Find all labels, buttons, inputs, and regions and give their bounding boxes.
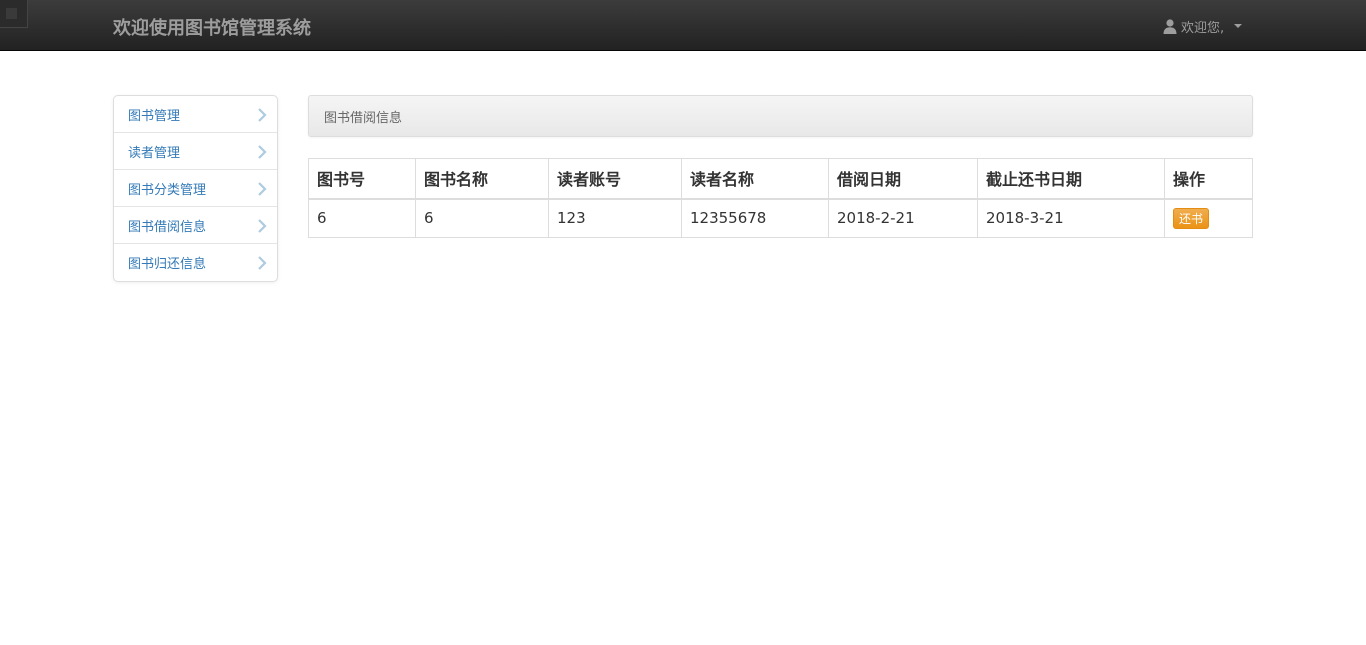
sidebar-item-label: 图书归还信息	[128, 257, 207, 272]
sidebar-item-label: 图书借阅信息	[128, 219, 207, 235]
caret-down-icon	[1234, 24, 1243, 28]
cell-reader-name: 12355678	[681, 198, 829, 238]
panel-title: 图书借阅信息	[308, 95, 1253, 137]
cell-borrow-date: 2018-2-21	[828, 198, 978, 238]
sidebar-item-borrow-info[interactable]: 图书借阅信息	[114, 207, 277, 244]
sidebar-item-category-management[interactable]: 图书分类管理	[114, 170, 277, 207]
sidebar-nav: 图书管理 读者管理 图书分类管理 图书借阅信息 图书归还信息	[113, 95, 278, 282]
user-greeting: 欢迎您,	[1181, 20, 1225, 36]
column-header: 读者账号	[548, 158, 682, 200]
column-header: 图书名称	[415, 158, 549, 200]
sidebar-item-label: 读者管理	[128, 145, 181, 161]
chevron-right-icon	[258, 108, 267, 122]
column-header: 借阅日期	[828, 158, 978, 200]
column-header: 截止还书日期	[977, 158, 1165, 200]
cell-book-id: 6	[308, 198, 416, 238]
corner-box	[0, 0, 28, 28]
top-navbar: 欢迎使用图书馆管理系统 欢迎您,	[0, 0, 1366, 51]
cell-action: 还书	[1164, 198, 1253, 238]
column-header: 图书号	[308, 158, 416, 200]
sidebar-item-reader-management[interactable]: 读者管理	[114, 133, 277, 170]
chevron-right-icon	[258, 145, 267, 159]
app-title[interactable]: 欢迎使用图书馆管理系统	[113, 14, 311, 40]
borrow-table: 图书号 图书名称 读者账号 读者名称 借阅日期 截止还书日期 操作 6 6 12…	[308, 158, 1253, 238]
chevron-right-icon	[258, 182, 267, 196]
column-header: 操作	[1164, 158, 1253, 200]
chevron-right-icon	[258, 219, 267, 233]
cell-reader-account: 123	[548, 198, 682, 238]
chevron-right-icon	[258, 256, 267, 270]
user-icon	[1163, 18, 1177, 34]
cell-book-name: 6	[415, 198, 549, 238]
return-book-button[interactable]: 还书	[1173, 207, 1210, 229]
sidebar-item-label: 图书分类管理	[128, 182, 207, 198]
sidebar-item-book-management[interactable]: 图书管理	[114, 96, 277, 133]
table-header-row: 图书号 图书名称 读者账号 读者名称 借阅日期 截止还书日期 操作	[308, 158, 1253, 200]
user-menu-toggle[interactable]: 欢迎您,	[1163, 16, 1243, 36]
sidebar-item-label: 图书管理	[128, 108, 181, 124]
corner-box-inner	[6, 8, 17, 19]
table-row: 6 6 123 12355678 2018-2-21 2018-3-21 还书	[308, 198, 1253, 238]
column-header: 读者名称	[681, 158, 829, 200]
cell-due-date: 2018-3-21	[977, 198, 1165, 238]
sidebar-item-return-info[interactable]: 图书归还信息	[114, 244, 277, 281]
